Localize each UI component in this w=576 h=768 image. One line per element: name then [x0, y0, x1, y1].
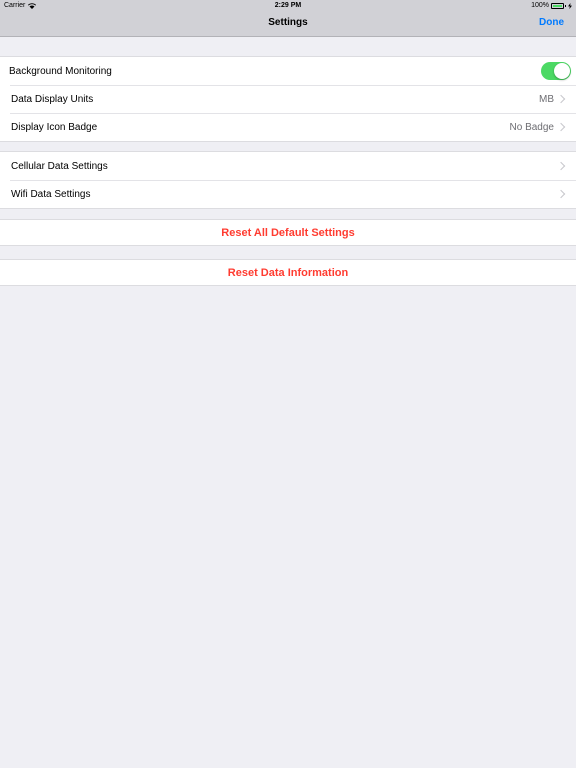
navigation-bar: Carrier 2:29 PM 100% Settings Done: [0, 0, 576, 37]
wifi-data-settings-row[interactable]: Wifi Data Settings: [0, 180, 576, 208]
toggle-knob: [554, 63, 570, 79]
chevron-right-icon: [556, 161, 566, 171]
wifi-data-settings-label: Wifi Data Settings: [11, 188, 91, 200]
data-settings-section: Cellular Data Settings Wifi Data Setting…: [0, 151, 576, 209]
battery-icon: [551, 2, 566, 9]
background-monitoring-label: Background Monitoring: [9, 65, 112, 77]
status-bar: Carrier 2:29 PM 100%: [0, 0, 576, 12]
background-monitoring-row: Background Monitoring: [0, 57, 576, 85]
chevron-right-icon: [556, 94, 566, 104]
display-icon-badge-value: No Badge: [509, 121, 554, 133]
display-icon-badge-row[interactable]: Display Icon Badge No Badge: [0, 113, 576, 141]
bolt-icon: [568, 2, 572, 9]
done-button[interactable]: Done: [539, 17, 564, 28]
reset-data-button[interactable]: Reset Data Information: [0, 259, 576, 286]
chevron-right-icon: [556, 122, 566, 132]
data-display-units-value: MB: [539, 93, 554, 105]
status-time: 2:29 PM: [274, 2, 302, 9]
data-display-units-label: Data Display Units: [11, 93, 94, 105]
general-settings-section: Background Monitoring Data Display Units…: [0, 56, 576, 142]
data-display-units-row[interactable]: Data Display Units MB: [0, 85, 576, 113]
page-title: Settings: [268, 17, 308, 28]
reset-defaults-button[interactable]: Reset All Default Settings: [0, 219, 576, 246]
display-icon-badge-label: Display Icon Badge: [11, 121, 98, 133]
cellular-data-settings-row[interactable]: Cellular Data Settings: [0, 152, 576, 180]
chevron-right-icon: [556, 189, 566, 199]
battery-percent: 100%: [531, 2, 549, 9]
battery-indicator: 100%: [531, 2, 572, 9]
cellular-data-settings-label: Cellular Data Settings: [11, 160, 108, 172]
background-monitoring-toggle[interactable]: [541, 62, 571, 80]
